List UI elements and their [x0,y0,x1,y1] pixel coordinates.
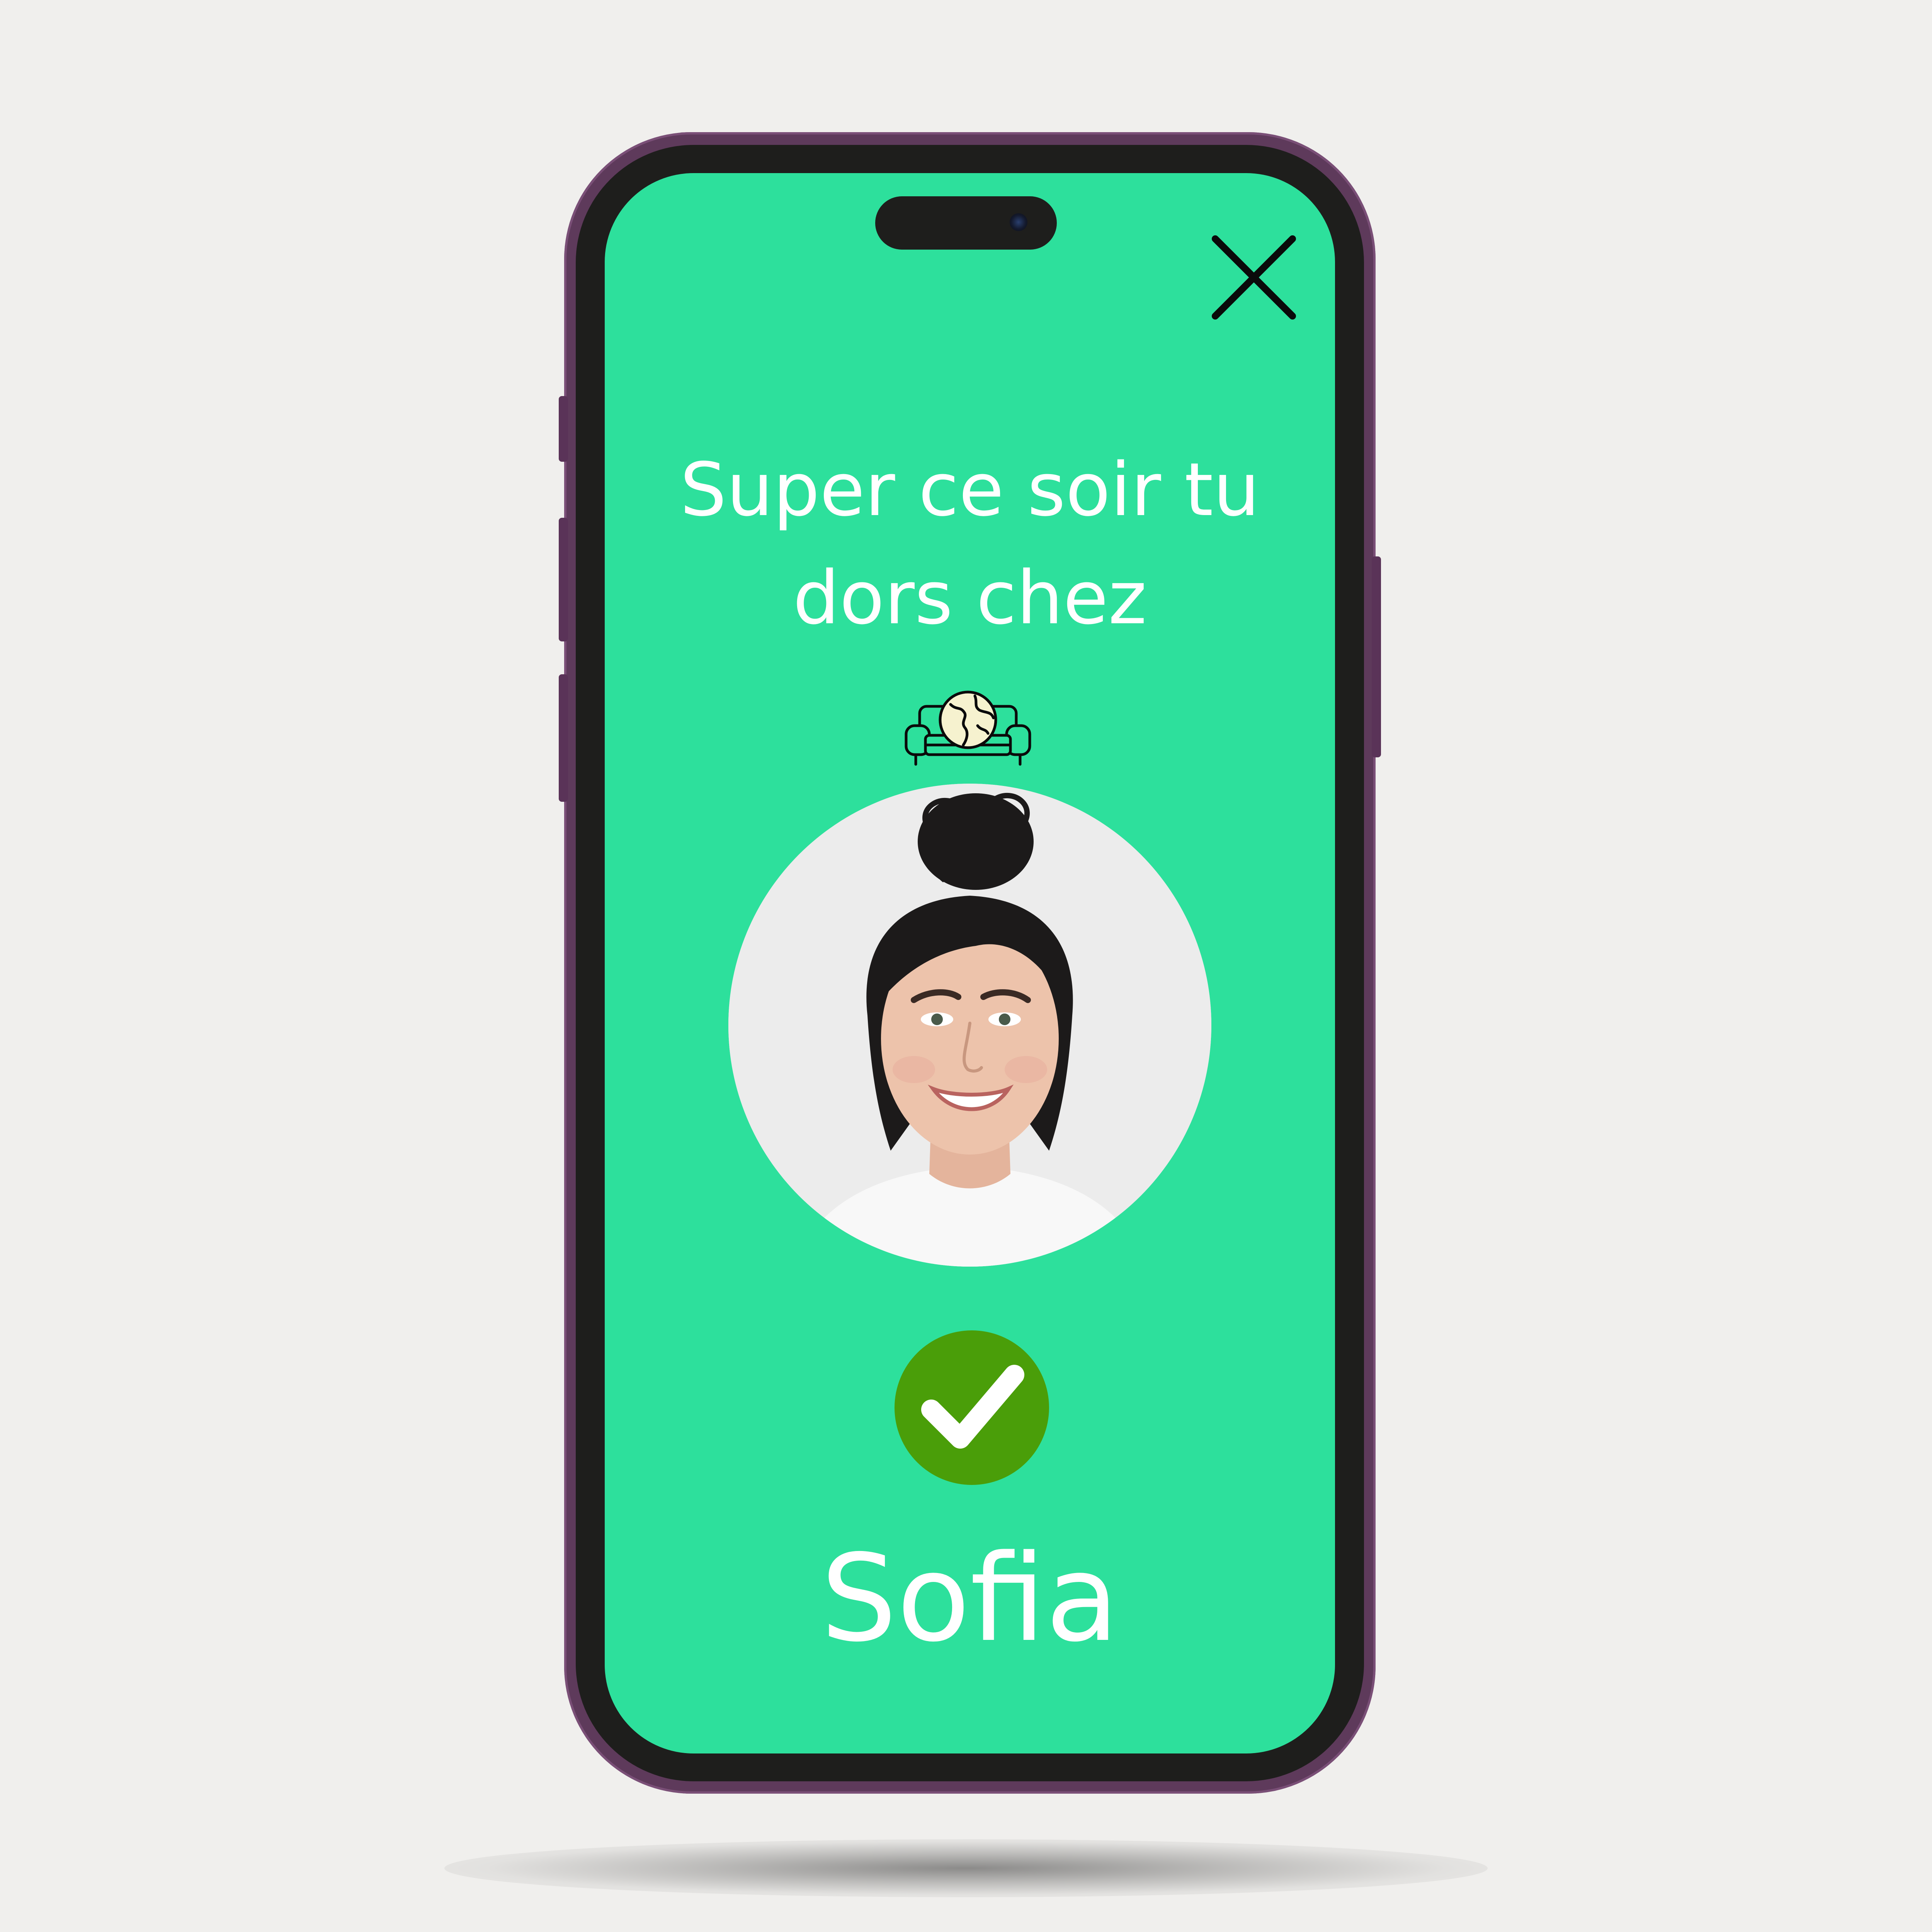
volume-down-button [559,674,568,802]
close-icon [1212,235,1296,320]
sofa-globe-icon [902,689,1034,768]
checkmark-icon [921,1365,1024,1449]
power-button [1372,556,1381,757]
floor-shadow [444,1839,1488,1897]
volume-up-button [559,518,568,641]
host-name: Sofia [821,1529,1119,1668]
close-button[interactable] [1208,231,1300,324]
host-avatar [728,784,1211,1267]
dynamic-island [875,196,1057,250]
action-button [559,396,568,462]
headline-text: Super ce soir tu dors chez [680,447,1260,641]
front-camera [1010,213,1027,231]
page-background: Super ce soir tu dors chez Sofia [0,0,1932,1932]
phone-screen: Super ce soir tu dors chez Sofia [605,173,1335,1753]
confirm-button[interactable] [895,1330,1049,1485]
